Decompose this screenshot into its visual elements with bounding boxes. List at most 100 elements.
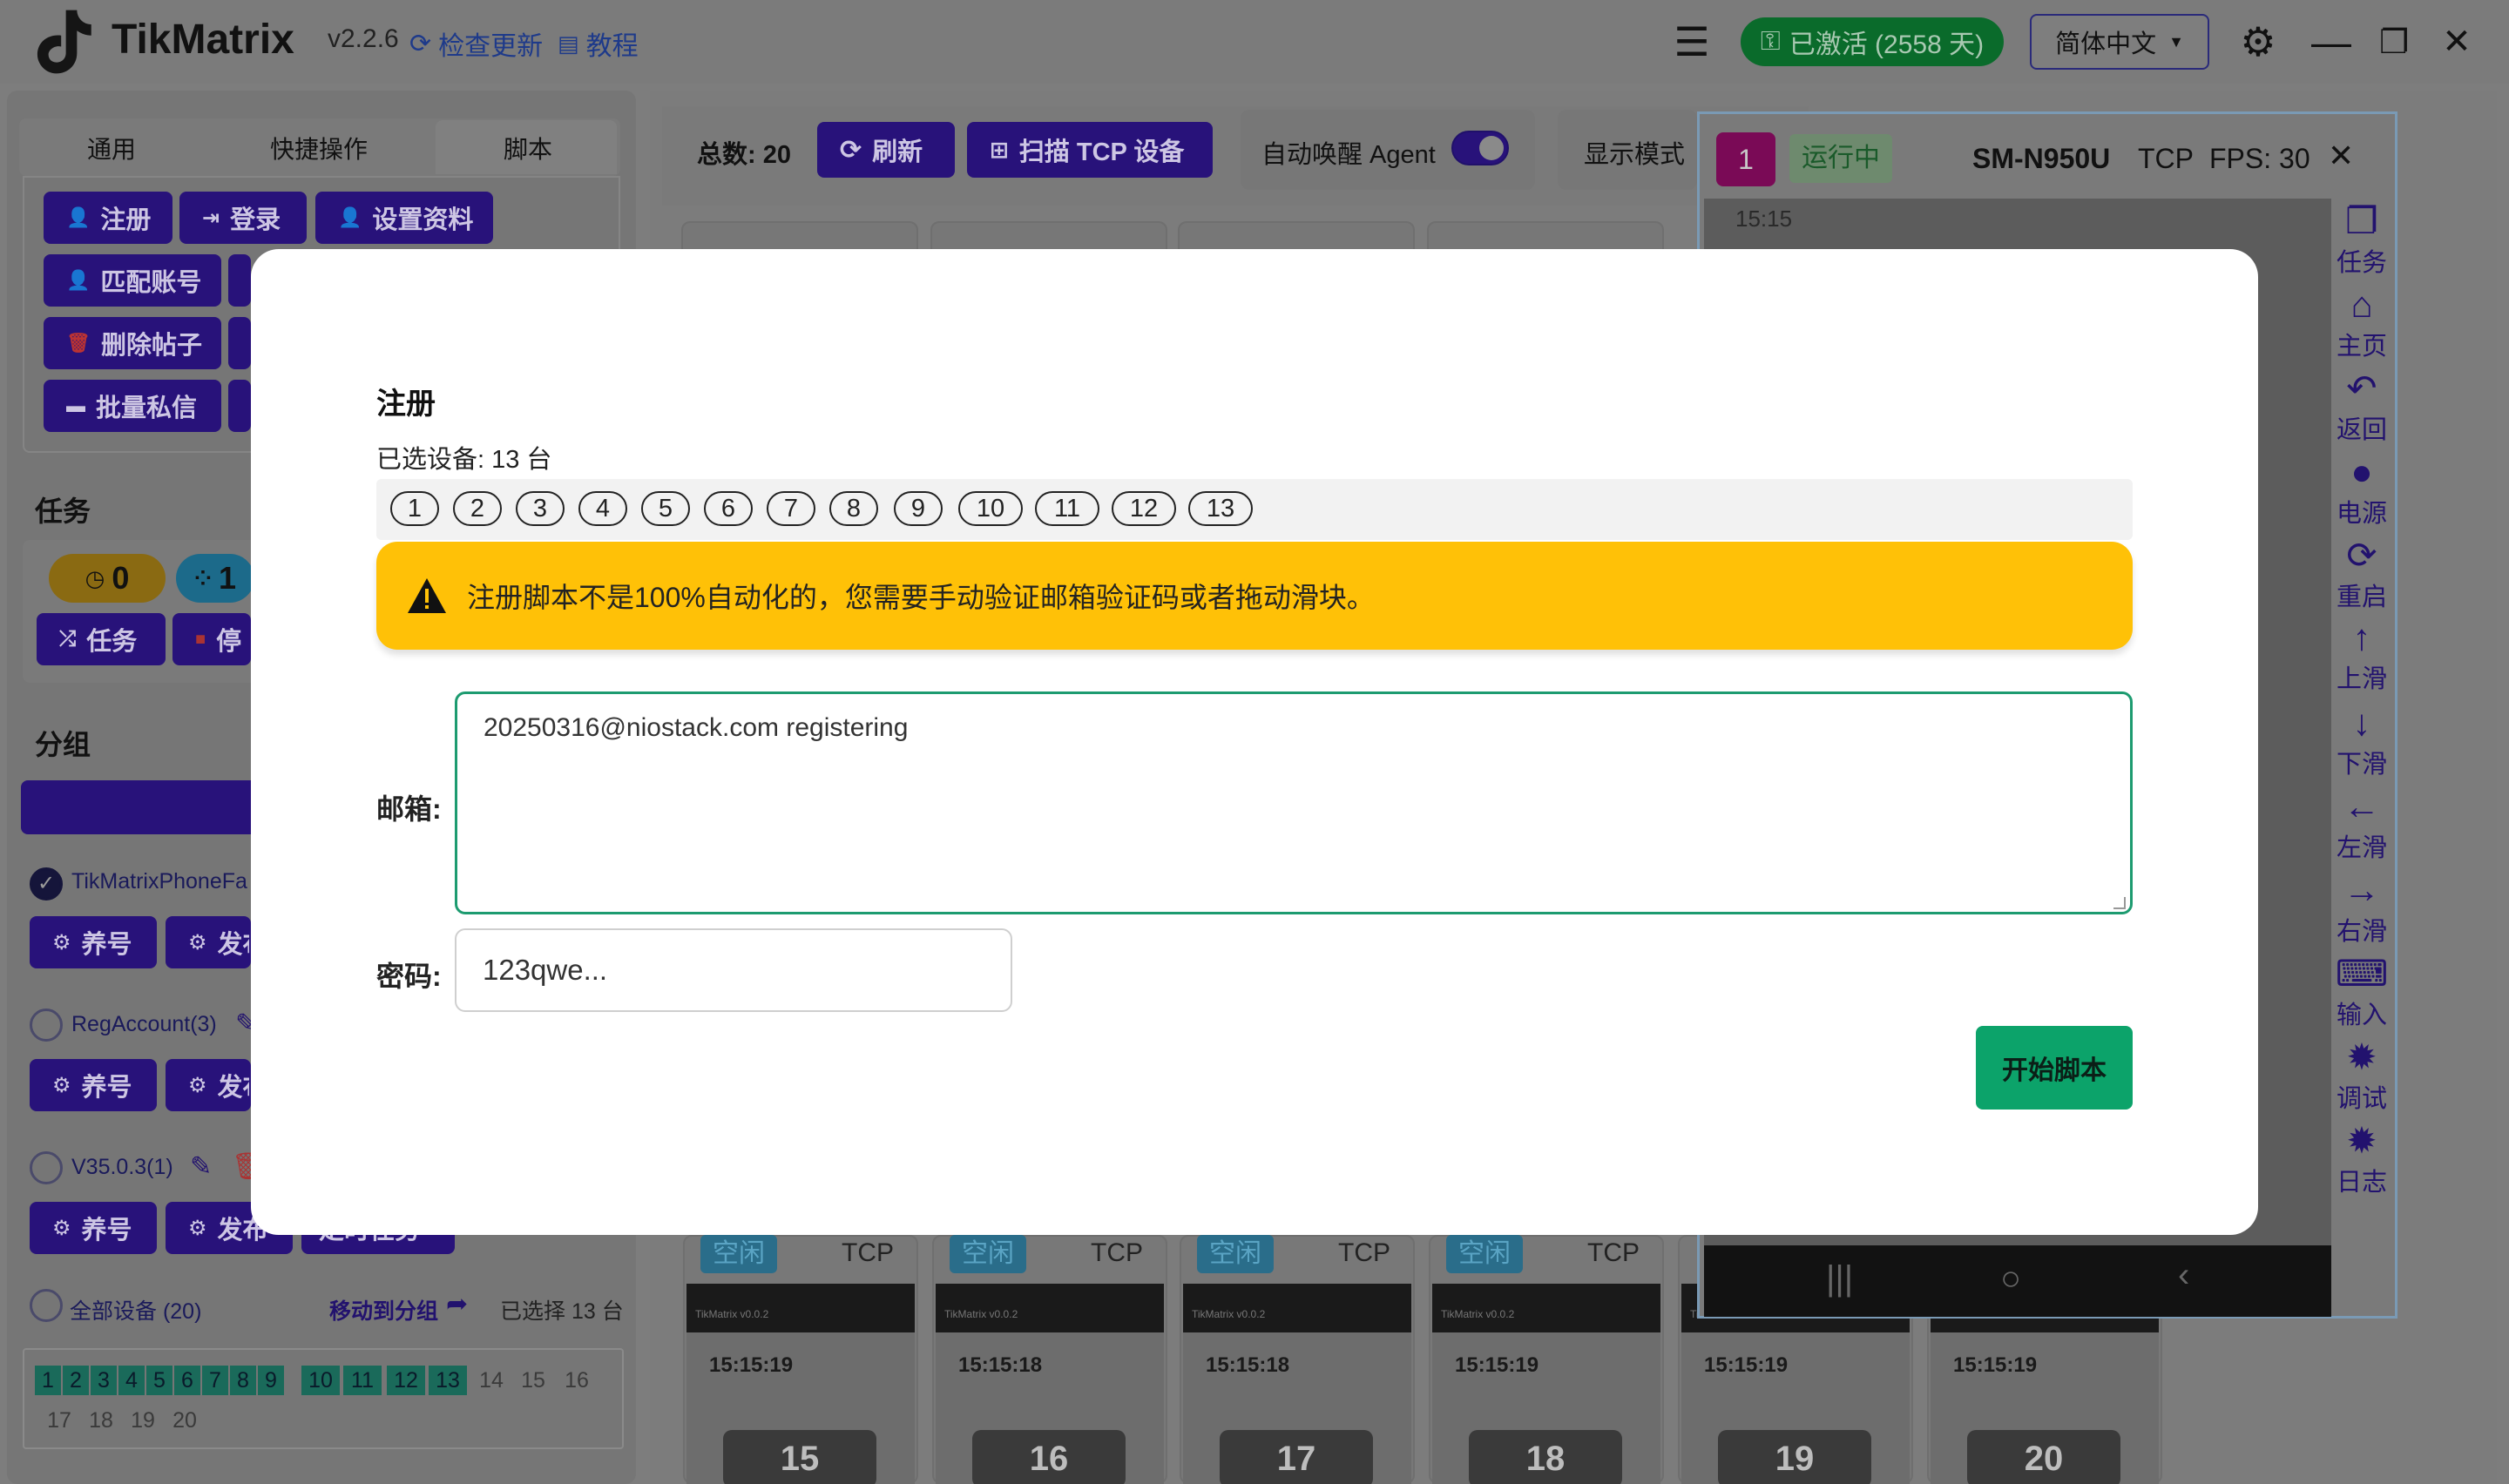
recents-icon[interactable]: ||| — [1826, 1259, 1853, 1298]
gear-icon: ⚙ — [188, 1216, 207, 1240]
modal-title: 注册 — [376, 388, 436, 421]
gear-icon: ⚙ — [188, 1073, 207, 1097]
side-button-label: 下滑 — [2336, 751, 2387, 779]
phone-close-button[interactable]: ✕ — [2328, 138, 2354, 174]
side-button-9[interactable]: → 右滑 — [2323, 869, 2401, 948]
side-button-5[interactable]: ⟳ 重启 — [2323, 535, 2401, 613]
device-chip: 4 — [578, 491, 627, 526]
settings-button[interactable]: ⚙ — [2234, 17, 2282, 66]
device-number-cell[interactable]: 8 — [230, 1366, 256, 1395]
side-button-2[interactable]: ⌂ 主页 — [2323, 284, 2401, 362]
activation-badge[interactable]: ⚿ 已激活 (2558 天) — [1741, 17, 2004, 66]
move-to-group-link[interactable]: 移动到分组 — [329, 1294, 438, 1325]
edit-icon[interactable]: ✎ — [190, 1151, 212, 1182]
check-update-link[interactable]: ⟳ 检查更新 — [409, 24, 543, 63]
group-2-nurture-label: 养号 — [81, 1074, 132, 1102]
group-1-post-button[interactable]: ⚙ 发布 — [166, 916, 251, 968]
scan-tcp-button[interactable]: ⊞ 扫描 TCP 设备 — [967, 122, 1213, 178]
tutorial-link[interactable]: ▤ 教程 — [558, 24, 639, 63]
login-script-button[interactable]: ⇥ 登录 — [179, 192, 307, 244]
refresh-icon: ⟳ — [409, 29, 432, 58]
start-script-button[interactable]: 开始脚本 — [1976, 1026, 2133, 1110]
script-button-hidden-2[interactable] — [228, 317, 251, 369]
group-checkbox-3[interactable] — [30, 1151, 63, 1184]
register-script-button[interactable]: 👤 注册 — [44, 192, 172, 244]
share-icon[interactable]: ➦ — [446, 1289, 468, 1319]
back-chevron-icon[interactable]: ‹ — [2178, 1256, 2189, 1295]
set-profile-button[interactable]: 👤 设置资料 — [315, 192, 493, 244]
side-button-label: 上滑 — [2336, 665, 2387, 693]
device-status-badge: 空闲 — [700, 1235, 777, 1273]
side-button-3[interactable]: ↶ 返回 — [2323, 368, 2401, 446]
side-button-7[interactable]: ↓ 下滑 — [2323, 702, 2401, 780]
device-number-cell[interactable]: 2 — [63, 1366, 89, 1395]
auto-wake-toggle[interactable] — [1451, 131, 1509, 165]
device-app-label: TikMatrix v0.0.2 — [695, 1308, 769, 1320]
stop-button[interactable]: ■ 停 — [172, 613, 251, 665]
device-number-cell[interactable]: 10 — [301, 1366, 340, 1395]
match-account-label: 匹配账号 — [100, 269, 202, 297]
add-group-bar[interactable] — [21, 780, 265, 834]
resize-handle[interactable] — [2113, 897, 2126, 909]
password-input[interactable]: 123qwe... — [455, 928, 1012, 1012]
refresh-button[interactable]: ⟳ 刷新 — [817, 122, 955, 178]
tab-general[interactable]: 通用 — [87, 131, 136, 165]
side-button-12[interactable]: ✹ 日志 — [2323, 1120, 2401, 1198]
menu-button[interactable]: ☰ — [1667, 17, 1716, 66]
tab-shortcuts[interactable]: 快捷操作 — [270, 131, 368, 165]
tab-scripts[interactable]: 脚本 — [504, 131, 552, 165]
task-count-pending[interactable]: ◷ 0 — [49, 554, 166, 603]
device-number-cell[interactable]: 4 — [118, 1366, 145, 1395]
device-number-cell[interactable]: 6 — [174, 1366, 200, 1395]
side-button-10[interactable]: ⌨ 输入 — [2323, 953, 2401, 1031]
device-number-cell[interactable]: 14 — [472, 1366, 511, 1395]
display-mode-label[interactable]: 显示模式 — [1584, 134, 1685, 171]
device-number-cell[interactable]: 16 — [558, 1366, 596, 1395]
group-checkbox-1[interactable]: ✓ — [30, 867, 63, 901]
script-button-hidden-3[interactable] — [228, 380, 251, 432]
group-3-nurture-button[interactable]: ⚙ 养号 — [30, 1202, 157, 1254]
close-window-button[interactable]: ✕ — [2432, 17, 2481, 66]
language-select[interactable]: 简体中文 ▼ — [2030, 14, 2209, 70]
group-2-nurture-button[interactable]: ⚙ 养号 — [30, 1059, 157, 1111]
minimize-button[interactable]: — — [2307, 17, 2356, 66]
device-number-cell[interactable]: 12 — [387, 1366, 425, 1395]
close-icon: ✕ — [2442, 23, 2472, 61]
batch-dm-button[interactable]: ▬ 批量私信 — [44, 380, 221, 432]
side-button-8[interactable]: ← 左滑 — [2323, 786, 2401, 864]
side-button-11[interactable]: ✹ 调试 — [2323, 1036, 2401, 1115]
side-button-4[interactable]: ● 电源 — [2323, 451, 2401, 530]
device-number-cell[interactable]: 17 — [42, 1406, 77, 1435]
device-number-cell[interactable]: 13 — [429, 1366, 467, 1395]
device-number-cell[interactable]: 5 — [146, 1366, 172, 1395]
gear-icon: ⚙ — [188, 930, 207, 954]
script-button-hidden-1[interactable] — [228, 254, 251, 307]
side-button-1[interactable]: ❐ 任务 — [2323, 200, 2401, 279]
total-count: 总数: 20 — [697, 141, 791, 169]
delete-posts-button[interactable]: 🗑 删除帖子 — [44, 317, 221, 369]
device-number-cell[interactable]: 20 — [167, 1406, 202, 1435]
device-number-cell[interactable]: 9 — [258, 1366, 284, 1395]
device-number-cell[interactable]: 19 — [125, 1406, 160, 1435]
device-number-cell[interactable]: 1 — [35, 1366, 61, 1395]
device-chip: 13 — [1188, 491, 1253, 526]
match-account-button[interactable]: 👤 匹配账号 — [44, 254, 221, 307]
tasks-button[interactable]: ⤮ 任务 — [37, 613, 166, 665]
email-textarea[interactable]: 20250316@niostack.com registering — [455, 691, 2133, 914]
user-plus-icon: 👤 — [66, 206, 91, 228]
home-circle-icon[interactable]: ○ — [2000, 1259, 2021, 1298]
device-number-cell[interactable]: 18 — [84, 1406, 118, 1435]
device-number-cell[interactable]: 7 — [202, 1366, 228, 1395]
device-number-cell[interactable]: 3 — [91, 1366, 117, 1395]
side-button-6[interactable]: ↑ 上滑 — [2323, 617, 2401, 695]
all-devices-checkbox[interactable] — [30, 1289, 63, 1322]
group-1-nurture-button[interactable]: ⚙ 养号 — [30, 916, 157, 968]
restore-button[interactable]: ❐ — [2370, 17, 2418, 66]
task-count-running[interactable]: ⁘ 1 — [176, 554, 254, 603]
group-checkbox-2[interactable] — [30, 1008, 63, 1042]
device-number-cell[interactable]: 15 — [514, 1366, 552, 1395]
group-2-post-button[interactable]: ⚙ 发布 — [166, 1059, 251, 1111]
device-chip: 1 — [390, 491, 439, 526]
device-number-cell[interactable]: 11 — [343, 1366, 382, 1395]
hamburger-icon: ☰ — [1674, 19, 1710, 64]
